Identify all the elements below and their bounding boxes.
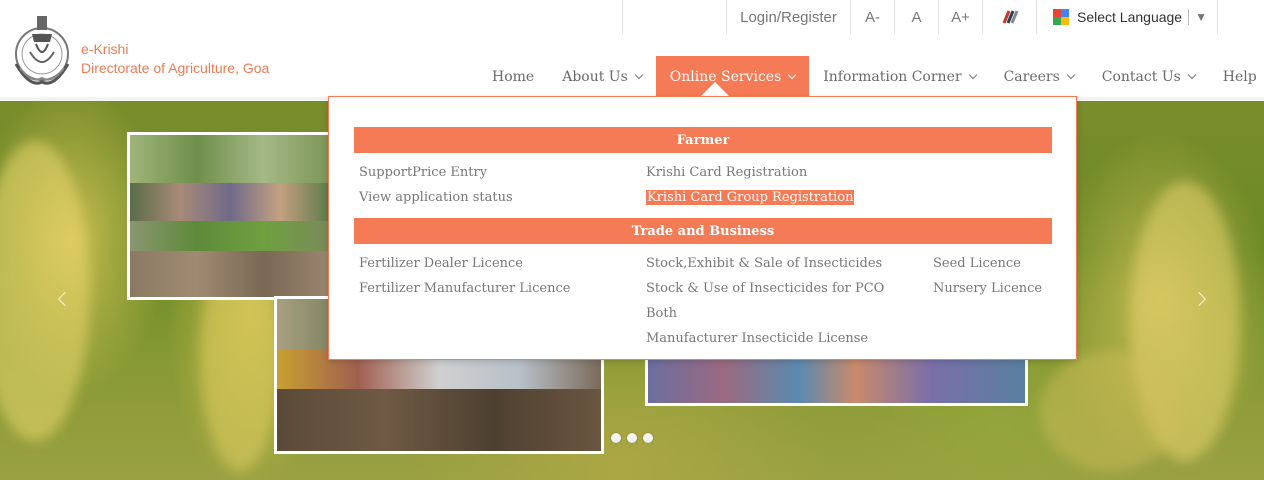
link-krishi-card-group-registration[interactable]: Krishi Card Group Registration <box>646 190 855 205</box>
language-divider <box>1188 9 1190 25</box>
language-label: Select Language <box>1077 9 1183 25</box>
emblem-icon <box>14 16 70 85</box>
dropdown-caret <box>701 82 729 96</box>
brand-title: e-Krishi <box>81 41 129 57</box>
slider-dot-2[interactable] <box>627 433 637 443</box>
chevron-down-icon <box>1066 70 1076 79</box>
language-selector[interactable]: Select Language ▼ <box>1036 0 1218 34</box>
slider-dot-3[interactable] <box>643 433 653 443</box>
link-seed-licence[interactable]: Seed Licence <box>933 256 1021 271</box>
nav-about-us-label: About Us <box>562 68 628 85</box>
nav-careers-label: Careers <box>1003 68 1060 85</box>
nav-careers[interactable]: Careers <box>990 56 1088 97</box>
font-increase-button[interactable]: A+ <box>938 0 982 34</box>
farmer-section-heading: Farmer <box>354 127 1052 153</box>
font-normal-button[interactable]: A <box>894 0 938 34</box>
link-both[interactable]: Both <box>646 306 677 321</box>
link-fertilizer-dealer-licence[interactable]: Fertilizer Dealer Licence <box>359 256 523 271</box>
slide-photo-field-work <box>127 132 333 300</box>
nav-help-label: Help <box>1222 68 1257 85</box>
nav-about-us[interactable]: About Us <box>548 56 656 97</box>
chevron-down-icon <box>968 70 977 79</box>
nav-information-corner-label: Information Corner <box>823 68 962 85</box>
slide-photo-group <box>645 356 1028 406</box>
nav-help[interactable]: Help <box>1209 56 1264 97</box>
nav-information-corner[interactable]: Information Corner <box>809 56 989 97</box>
chevron-down-icon <box>634 70 644 79</box>
contrast-icon <box>1002 10 1018 24</box>
slider-pagination <box>611 433 653 443</box>
utility-bar: Login/Register A- A A+ Select Language ▼ <box>622 0 1218 34</box>
slider-dot-1[interactable] <box>611 433 621 443</box>
nav-home[interactable]: Home <box>478 56 548 97</box>
goa-government-emblem-logo[interactable] <box>10 12 74 92</box>
link-krishi-card-registration[interactable]: Krishi Card Registration <box>646 165 807 180</box>
utility-spacer <box>622 0 726 34</box>
link-stock-use-insecticides-pco[interactable]: Stock & Use of Insecticides for PCO <box>646 281 884 296</box>
nav-contact-us-label: Contact Us <box>1101 68 1181 85</box>
chevron-down-icon <box>788 70 797 79</box>
link-view-application-status[interactable]: View application status <box>359 190 513 205</box>
online-services-dropdown: Farmer SupportPrice Entry View applicati… <box>328 96 1077 360</box>
link-supportprice-entry[interactable]: SupportPrice Entry <box>359 165 487 180</box>
main-navigation: Home About Us Online Services Informatio… <box>478 56 1264 97</box>
google-translate-icon <box>1053 9 1069 25</box>
nav-online-services[interactable]: Online Services <box>655 56 810 97</box>
link-manufacturer-insecticide-license[interactable]: Manufacturer Insecticide License <box>646 331 868 346</box>
chevron-down-icon <box>1187 70 1197 79</box>
language-dropdown-arrow-icon: ▼ <box>1195 10 1207 24</box>
login-register-link[interactable]: Login/Register <box>726 0 850 34</box>
site-brand[interactable]: e-Krishi Directorate of Agriculture, Goa <box>81 40 269 78</box>
contrast-toggle-button[interactable] <box>982 0 1036 34</box>
nav-home-label: Home <box>492 68 535 85</box>
nav-contact-us[interactable]: Contact Us <box>1088 56 1209 97</box>
brand-subtitle: Directorate of Agriculture, Goa <box>81 60 270 76</box>
link-stock-exhibit-sale-insecticides[interactable]: Stock,Exhibit & Sale of Insecticides <box>646 256 882 271</box>
trade-business-section-heading: Trade and Business <box>354 218 1052 244</box>
link-fertilizer-manufacturer-licence[interactable]: Fertilizer Manufacturer Licence <box>359 281 570 296</box>
link-nursery-licence[interactable]: Nursery Licence <box>933 281 1042 296</box>
font-decrease-button[interactable]: A- <box>850 0 894 34</box>
